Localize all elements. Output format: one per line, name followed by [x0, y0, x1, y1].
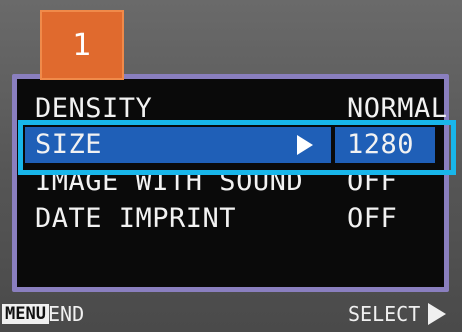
settings-menu: DENSITY NORMAL SIZE 1280 IMAGE WITH SOUN… [12, 74, 449, 292]
menu-key-badge[interactable]: MENU [2, 304, 49, 324]
select-label: SELECT [348, 302, 421, 326]
menu-item-value: OFF [347, 203, 398, 234]
menu-item-date-imprint[interactable]: DATE IMPRINT OFF [17, 201, 444, 237]
play-arrow-icon[interactable] [428, 303, 446, 325]
end-label: END [48, 302, 85, 326]
tab-label: 1 [72, 28, 92, 63]
footer-bar: MENU END SELECT [0, 298, 462, 332]
menu-tab-1[interactable]: 1 [40, 10, 124, 80]
callout-highlight-box [18, 120, 456, 175]
menu-item-label: DATE IMPRINT [35, 203, 237, 234]
camera-screen: 1 DENSITY NORMAL SIZE 1280 IMAGE WITH SO… [0, 0, 462, 332]
